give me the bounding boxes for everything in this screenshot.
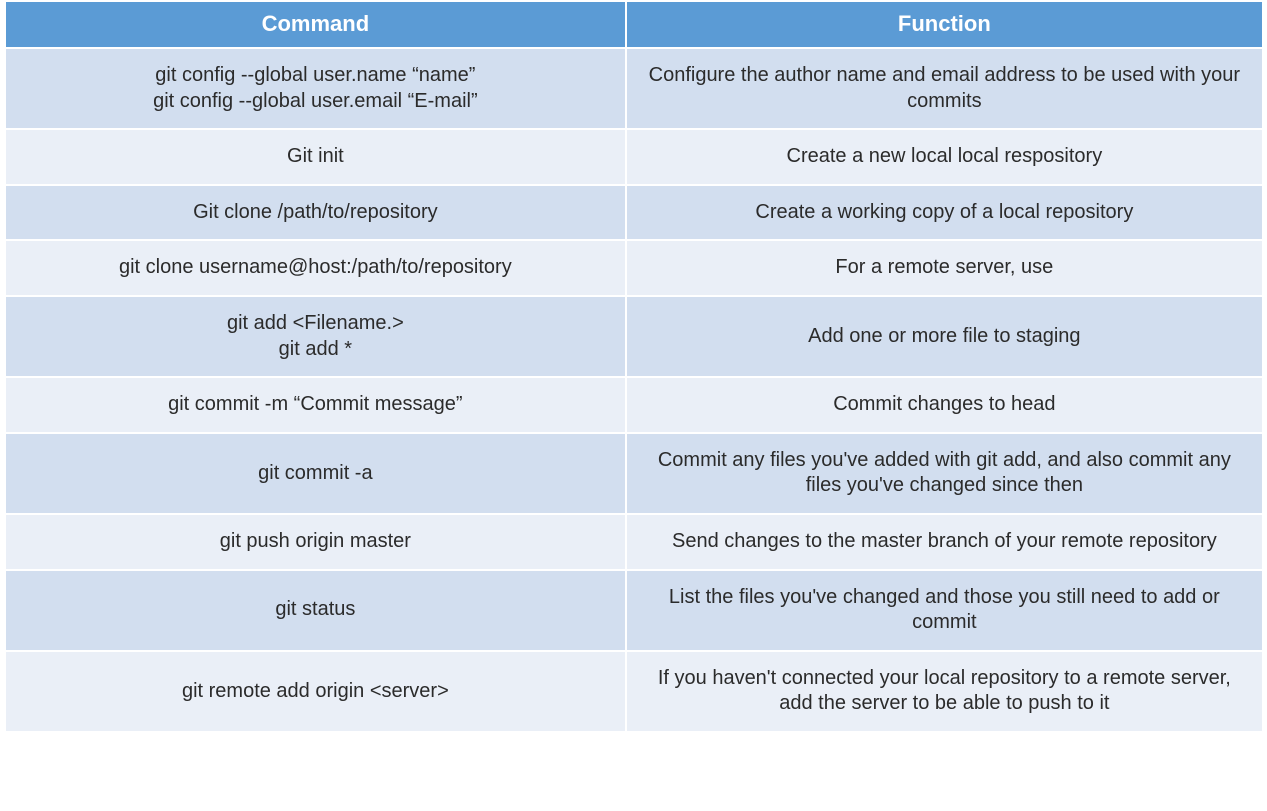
cell-function: List the files you've changed and those … xyxy=(627,571,1261,652)
header-function: Function xyxy=(627,2,1261,49)
cell-command: git commit -a xyxy=(6,434,628,515)
cell-function: Create a new local local respository xyxy=(627,130,1261,186)
table-row: git clone username@host:/path/to/reposit… xyxy=(6,241,1262,297)
git-commands-table: Command Function git config --global use… xyxy=(6,2,1262,731)
cell-function: Commit any files you've added with git a… xyxy=(627,434,1261,515)
cell-command: git commit -m “Commit message” xyxy=(6,378,628,434)
table-row: Git init Create a new local local respos… xyxy=(6,130,1262,186)
cell-command: git clone username@host:/path/to/reposit… xyxy=(6,241,628,297)
cell-function: Commit changes to head xyxy=(627,378,1261,434)
cell-command: Git init xyxy=(6,130,628,186)
cell-function: Add one or more file to staging xyxy=(627,297,1261,378)
cell-command: git remote add origin <server> xyxy=(6,652,628,731)
cell-function: Send changes to the master branch of you… xyxy=(627,515,1261,571)
header-command: Command xyxy=(6,2,628,49)
table-header-row: Command Function xyxy=(6,2,1262,49)
table-row: git remote add origin <server> If you ha… xyxy=(6,652,1262,731)
table-row: git add <Filename.> git add * Add one or… xyxy=(6,297,1262,378)
table-row: Git clone /path/to/repository Create a w… xyxy=(6,186,1262,242)
git-commands-table-container: Command Function git config --global use… xyxy=(4,0,1264,737)
cell-command: git push origin master xyxy=(6,515,628,571)
table-row: git commit -a Commit any files you've ad… xyxy=(6,434,1262,515)
cell-function: Configure the author name and email addr… xyxy=(627,49,1261,130)
table-row: git config --global user.name “name” git… xyxy=(6,49,1262,130)
cell-command: git add <Filename.> git add * xyxy=(6,297,628,378)
table-row: git push origin master Send changes to t… xyxy=(6,515,1262,571)
cell-command: git status xyxy=(6,571,628,652)
cell-function: For a remote server, use xyxy=(627,241,1261,297)
cell-command: Git clone /path/to/repository xyxy=(6,186,628,242)
cell-function: If you haven't connected your local repo… xyxy=(627,652,1261,731)
cell-function: Create a working copy of a local reposit… xyxy=(627,186,1261,242)
cell-command: git config --global user.name “name” git… xyxy=(6,49,628,130)
table-row: git commit -m “Commit message” Commit ch… xyxy=(6,378,1262,434)
table-row: git status List the files you've changed… xyxy=(6,571,1262,652)
